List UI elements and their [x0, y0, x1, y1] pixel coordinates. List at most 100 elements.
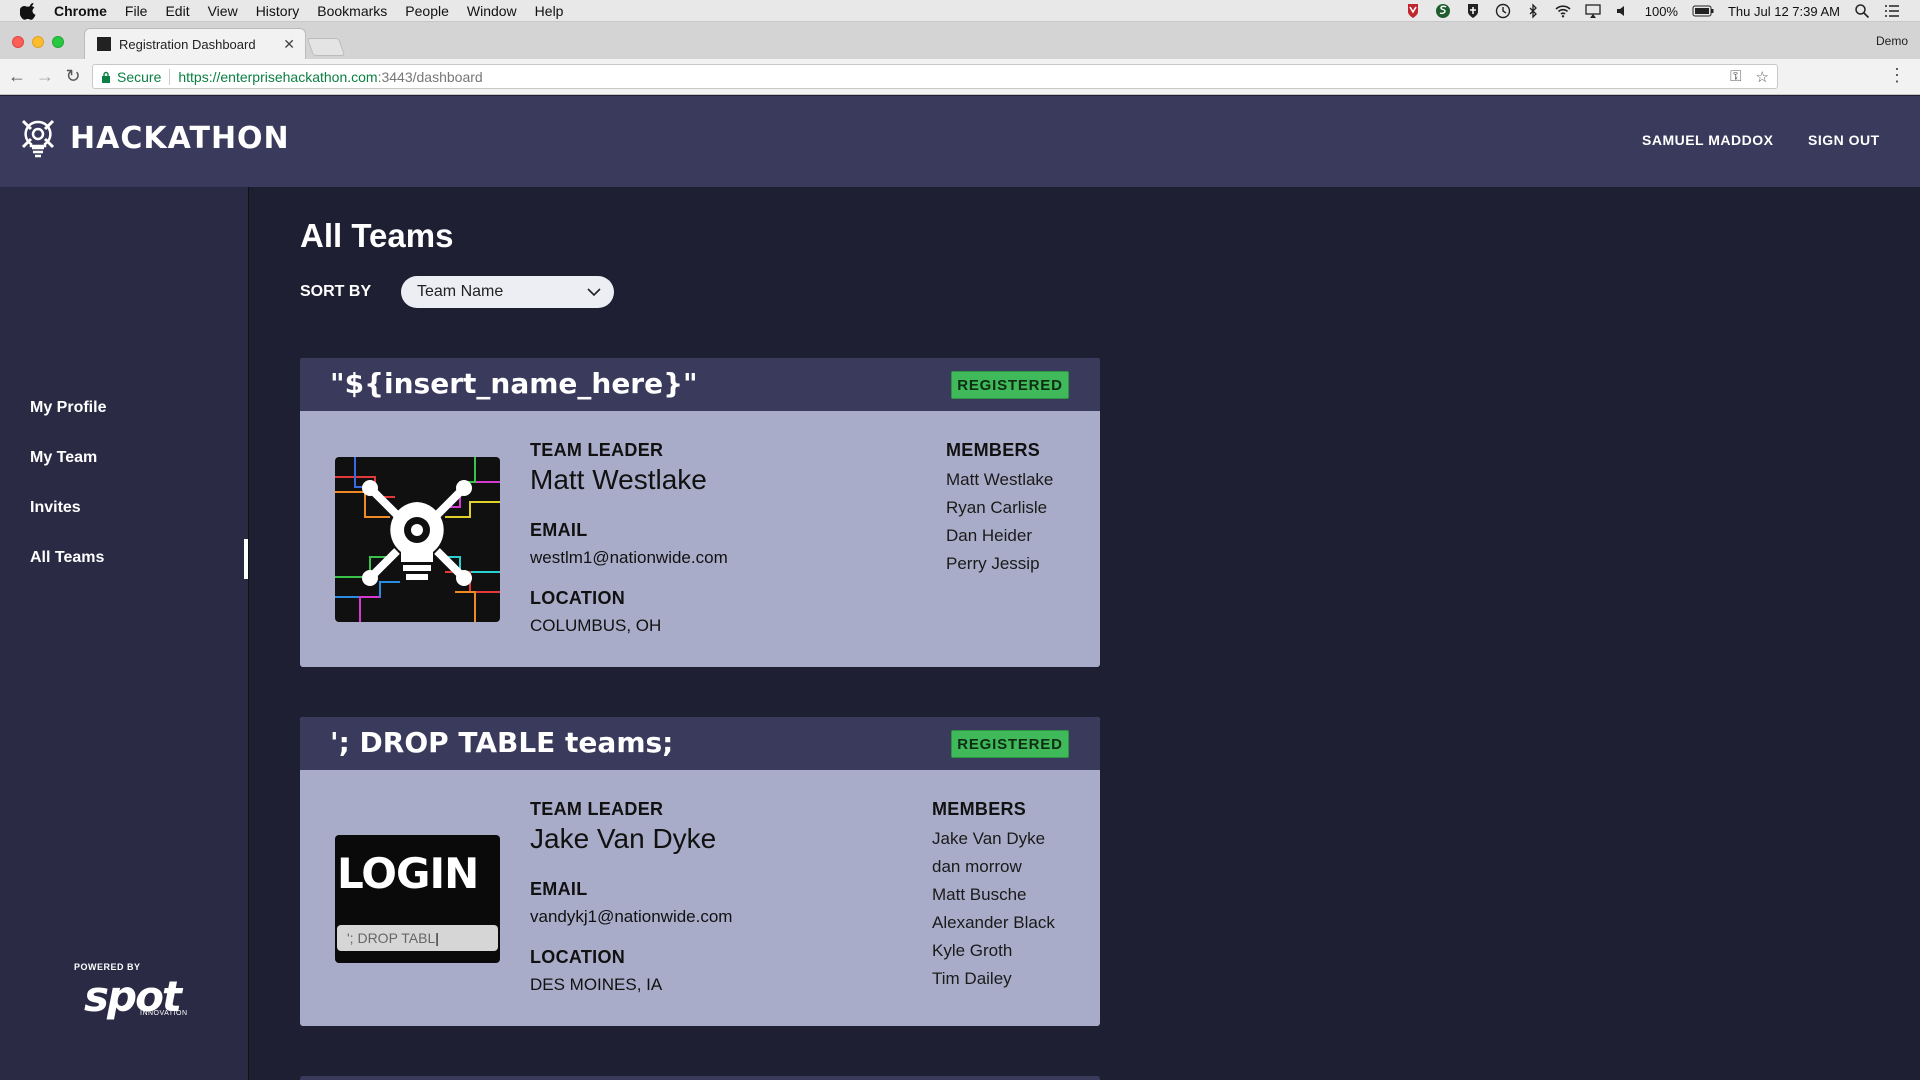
- team-leader-label: TEAM LEADER: [530, 440, 664, 460]
- apple-icon[interactable]: [20, 2, 38, 20]
- member-name: Perry Jessip: [946, 554, 1040, 573]
- window-minimize-button[interactable]: [32, 36, 44, 48]
- brand-name: HACKATHON: [70, 120, 290, 156]
- sidebar-item-invites[interactable]: Invites: [30, 499, 81, 517]
- sidebar-item-all-teams[interactable]: All Teams: [30, 549, 104, 567]
- member-name: Jake Van Dyke: [932, 829, 1046, 848]
- menu-people[interactable]: People: [405, 3, 449, 19]
- status-badge: REGISTERED: [951, 730, 1069, 758]
- status-app-icon[interactable]: [1435, 3, 1451, 19]
- members-label: MEMBERS: [932, 799, 1027, 819]
- email-value[interactable]: westlm1@nationwide.com: [530, 548, 728, 568]
- browser-menu-icon[interactable]: ⋮: [1888, 65, 1906, 86]
- sidebar-item-my-team[interactable]: My Team: [30, 449, 97, 467]
- browser-toolbar: ← → ↻ Secure https://enterprisehackathon…: [0, 59, 1920, 95]
- browser-tab-active[interactable]: Registration Dashboard ✕: [84, 28, 306, 59]
- member-name: Matt Busche: [932, 885, 1027, 904]
- menu-file[interactable]: File: [125, 3, 148, 19]
- team-card: '; DROP TABLE teams; REGISTERED LOGIN ';…: [300, 717, 1100, 1026]
- team-card-partial: [300, 1076, 1100, 1080]
- secure-label: Secure: [117, 68, 162, 85]
- shield-icon[interactable]: [1405, 3, 1421, 19]
- location-label: LOCATION: [530, 947, 626, 967]
- reload-icon[interactable]: ↻: [62, 65, 84, 87]
- menu-bookmarks[interactable]: Bookmarks: [317, 3, 387, 19]
- team-name: '; DROP TABLE teams;: [330, 726, 674, 759]
- team-card-header: '; DROP TABLE teams; REGISTERED: [300, 717, 1100, 770]
- powered-by-label: POWERED BY: [74, 962, 141, 972]
- member-name: dan morrow: [932, 857, 1022, 876]
- team-leader-name: Matt Westlake: [530, 464, 707, 495]
- sidebar: My Profile My Team Invites All Teams POW…: [0, 187, 249, 1080]
- page-title: All Teams: [300, 217, 454, 254]
- team-image-login-text: LOGIN: [337, 849, 479, 898]
- battery-percent: 100%: [1644, 3, 1678, 19]
- address-bar[interactable]: Secure https://enterprisehackathon.com :…: [92, 64, 1778, 89]
- volume-icon[interactable]: [1615, 3, 1631, 19]
- bookmark-star-icon[interactable]: ☆: [1756, 68, 1769, 86]
- menu-edit[interactable]: Edit: [165, 3, 189, 19]
- email-label: EMAIL: [530, 520, 588, 540]
- location-value: COLUMBUS, OH: [530, 616, 662, 635]
- menu-view[interactable]: View: [208, 3, 238, 19]
- team-leader-label: TEAM LEADER: [530, 799, 664, 819]
- battery-icon[interactable]: [1692, 3, 1714, 19]
- tab-close-icon[interactable]: ✕: [283, 36, 295, 53]
- chevron-down-icon: [587, 288, 601, 297]
- member-name: Matt Westlake: [946, 470, 1054, 489]
- team-card-header: "${insert_name_here}" REGISTERED: [300, 358, 1100, 411]
- macos-menubar: Chrome File Edit View History Bookmarks …: [0, 0, 1920, 22]
- team-name: "${insert_name_here}": [330, 367, 698, 400]
- menu-history[interactable]: History: [256, 3, 300, 19]
- tab-title: Registration Dashboard: [119, 36, 256, 52]
- sidebar-item-my-profile[interactable]: My Profile: [30, 399, 106, 417]
- status-badge: REGISTERED: [951, 371, 1069, 399]
- email-value[interactable]: vandykj1@nationwide.com: [530, 907, 732, 927]
- team-image: [335, 457, 500, 622]
- brand-logo[interactable]: HACKATHON: [20, 118, 290, 158]
- spot-logo-subtitle: INNOVATION: [140, 1010, 188, 1017]
- member-name: Dan Heider: [946, 526, 1032, 545]
- sort-select-value: Team Name: [417, 283, 504, 300]
- sidebar-active-indicator: [244, 539, 248, 579]
- user-name-link[interactable]: SAMUEL MADDOX: [1642, 132, 1773, 148]
- vpn-shield-icon[interactable]: [1465, 3, 1481, 19]
- browser-tab-strip: Registration Dashboard ✕ Demo: [0, 22, 1920, 59]
- team-image-input-mock: '; DROP TABL|: [337, 925, 498, 951]
- menu-app-name[interactable]: Chrome: [54, 3, 107, 19]
- browser-profile-name[interactable]: Demo: [1876, 34, 1908, 48]
- omnibox-divider: [169, 68, 171, 85]
- key-icon[interactable]: ⚿: [1730, 68, 1741, 86]
- spotlight-search-icon[interactable]: [1854, 3, 1870, 19]
- sign-out-link[interactable]: SIGN OUT: [1808, 132, 1880, 148]
- member-name: Kyle Groth: [932, 941, 1013, 960]
- hackathon-logo-icon: [21, 119, 55, 158]
- new-tab-button[interactable]: [306, 38, 346, 56]
- wifi-icon[interactable]: [1555, 3, 1571, 19]
- member-name: Tim Dailey: [932, 969, 1012, 988]
- bluetooth-icon[interactable]: [1525, 3, 1541, 19]
- notification-center-icon[interactable]: [1884, 3, 1900, 19]
- window-close-button[interactable]: [12, 36, 24, 48]
- member-name: Alexander Black: [932, 913, 1055, 932]
- sort-select[interactable]: Team Name: [401, 276, 614, 308]
- location-value: DES MOINES, IA: [530, 975, 663, 994]
- location-label: LOCATION: [530, 588, 626, 608]
- team-card: "${insert_name_here}" REGISTERED TEAM LE…: [300, 358, 1100, 667]
- clock[interactable]: Thu Jul 12 7:39 AM: [1728, 4, 1840, 19]
- back-arrow-icon[interactable]: ←: [6, 65, 28, 87]
- member-name: Ryan Carlisle: [946, 498, 1048, 517]
- forward-arrow-icon[interactable]: →: [34, 65, 56, 87]
- url-path: :3443/dashboard: [377, 68, 483, 85]
- lock-icon: [102, 71, 110, 83]
- sort-by-label: SORT BY: [300, 283, 372, 300]
- airplay-icon[interactable]: [1585, 3, 1601, 19]
- circuit-bulb-icon: [335, 457, 500, 622]
- menu-window[interactable]: Window: [467, 3, 517, 19]
- menu-help[interactable]: Help: [535, 3, 564, 19]
- team-image: LOGIN '; DROP TABL|: [335, 835, 500, 963]
- team-image-input-text: '; DROP TABL: [347, 930, 436, 946]
- team-leader-name: Jake Van Dyke: [530, 823, 717, 854]
- time-machine-icon[interactable]: [1495, 3, 1511, 19]
- window-zoom-button[interactable]: [52, 36, 64, 48]
